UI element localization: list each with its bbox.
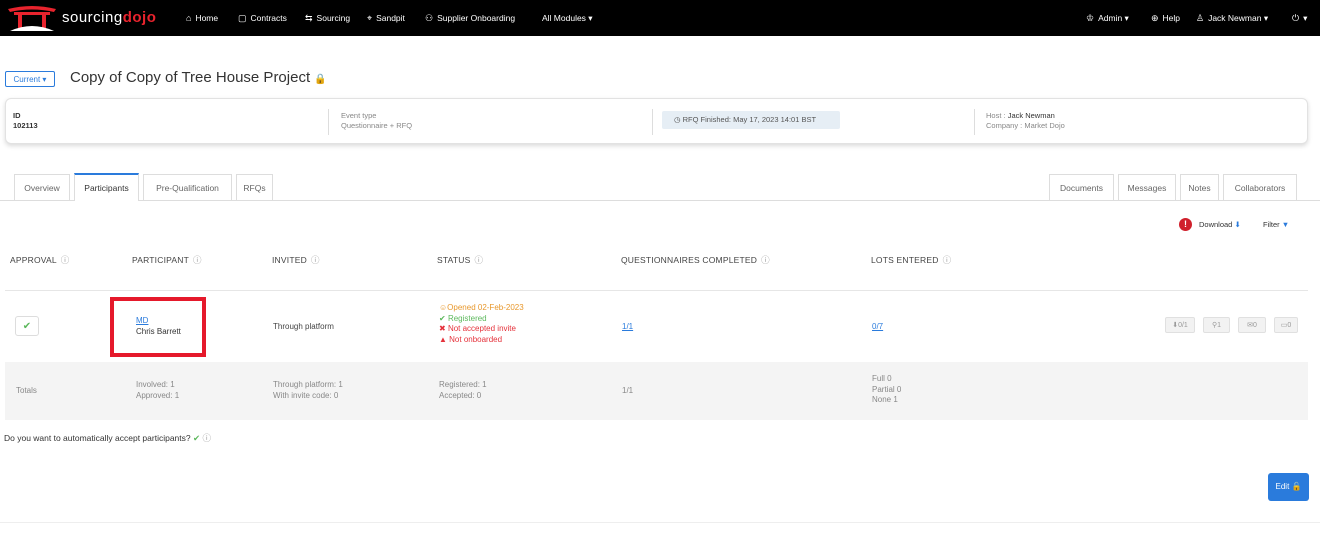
totals-status: Registered: 1 Accepted: 0 (439, 380, 487, 400)
page-title: Copy of Copy of Tree House Project 🔒 (70, 69, 327, 86)
event-type: Event type Questionnaire + RFQ (341, 111, 413, 130)
supplier-onboarding-icon: ⚇ (425, 13, 434, 23)
current-version-dropdown[interactable]: Current ▾ (5, 71, 55, 87)
filter-button[interactable]: Filter ▼ (1263, 220, 1289, 229)
row-divider (5, 290, 1308, 291)
status-cell: ☺Opened 02-Feb-2023 ✔ Registered ✖ Not a… (439, 303, 524, 344)
clock-icon: ◷ (674, 115, 683, 124)
totals-involvement: Involved: 1 Approved: 1 (136, 380, 180, 400)
info-icon[interactable]: ⓘ (761, 255, 770, 265)
tab-participants[interactable]: Participants (74, 173, 139, 201)
users-button[interactable]: ⚲1 (1203, 317, 1230, 333)
comment-button[interactable]: ▭0 (1274, 317, 1298, 333)
highlight-box (110, 297, 206, 357)
cross-icon: ✖ (439, 324, 448, 333)
user-icon: ♙ (1196, 13, 1205, 23)
info-icon[interactable]: ⓘ (61, 255, 70, 265)
mail-button[interactable]: ✉0 (1238, 317, 1266, 333)
nav-user-menu[interactable]: ♙ Jack Newman ▾ (1196, 13, 1268, 24)
totals-lots: Full 0 Partial 0 None 1 (872, 374, 902, 404)
lots-link[interactable]: 0/7 (872, 322, 883, 333)
nav-contracts[interactable]: ▢ Contracts (238, 13, 287, 24)
event-id: ID 102113 (13, 111, 38, 130)
tab-notes[interactable]: Notes (1180, 174, 1219, 200)
unlock-icon: 🔓 (1291, 482, 1302, 491)
download-button[interactable]: Download ⬇ (1199, 220, 1241, 229)
header-status: STATUS ⓘ (437, 255, 484, 265)
crown-icon: ♔ (1086, 13, 1095, 23)
event-info-card: ID 102113 Event type Questionnaire + RFQ… (5, 98, 1308, 144)
totals-questionnaires: 1/1 (622, 386, 634, 395)
info-icon[interactable]: ⓘ (474, 255, 483, 265)
nav-power-menu[interactable]: ⏻ ▾ (1292, 13, 1307, 24)
header-approval: APPROVAL ⓘ (10, 255, 70, 265)
header-questionnaires: QUESTIONNAIRES COMPLETED ⓘ (621, 255, 770, 265)
sourcing-icon: ⇆ (305, 13, 313, 23)
smiley-icon: ☺ (439, 303, 448, 312)
info-icon[interactable]: ⓘ (193, 255, 202, 265)
filter-icon: ▼ (1281, 220, 1290, 229)
divider (974, 109, 975, 135)
nav-sandpit[interactable]: ⌖ Sandpit (367, 13, 405, 24)
bids-button[interactable]: ⬇0/1 (1165, 317, 1195, 333)
power-icon: ⏻ (1292, 13, 1300, 23)
dojo-logo[interactable] (6, 3, 58, 33)
host-info: Host : Jack Newman Company : Market Dojo (986, 111, 1065, 130)
rfq-status-badge: ◷ RFQ Finished: May 17, 2023 14:01 BST (662, 111, 840, 129)
totals-invited: Through platform: 1 With invite code: 0 (273, 380, 343, 400)
warning-icon: ▲ (439, 334, 450, 344)
header-participant: PARTICIPANT ⓘ (132, 255, 202, 265)
check-icon[interactable]: ✔ (193, 433, 200, 443)
tab-rfqs[interactable]: RFQs (236, 174, 273, 200)
questionnaires-link[interactable]: 1/1 (622, 322, 633, 333)
nav-admin[interactable]: ♔ Admin ▾ (1086, 13, 1129, 24)
tab-documents[interactable]: Documents (1049, 174, 1114, 200)
nav-all-modules[interactable]: All Modules ▾ (542, 13, 593, 24)
divider (328, 109, 329, 135)
edit-button[interactable]: Edit 🔓 (1268, 473, 1309, 501)
alert-icon[interactable]: ! (1179, 218, 1192, 231)
nav-supplier-onboarding[interactable]: ⚇ Supplier Onboarding (425, 13, 515, 24)
tab-collaborators[interactable]: Collaborators (1223, 174, 1297, 200)
tab-overview[interactable]: Overview (14, 174, 70, 200)
top-navbar: sourcingdojo ⌂ Home ▢ Contracts ⇆ Sourcing … (0, 0, 1320, 36)
divider (652, 109, 653, 135)
sandpit-icon: ⌖ (367, 13, 373, 23)
tab-pre-qualification[interactable]: Pre-Qualification (143, 174, 232, 200)
brand-name: sourcingdojo (62, 9, 157, 26)
home-icon: ⌂ (186, 13, 192, 23)
nav-home[interactable]: ⌂ Home (186, 13, 218, 23)
contracts-icon: ▢ (238, 13, 247, 23)
globe-icon: ⊕ (1151, 13, 1159, 23)
lock-icon: 🔒 (314, 74, 327, 85)
footer-divider (0, 522, 1320, 523)
totals-label: Totals (16, 386, 37, 395)
header-lots: LOTS ENTERED ⓘ (871, 255, 952, 265)
invited-value: Through platform (273, 322, 334, 331)
info-icon[interactable]: ⓘ (943, 255, 952, 265)
tab-messages[interactable]: Messages (1118, 174, 1176, 200)
header-invited: INVITED ⓘ (272, 255, 320, 265)
check-icon: ✔ (439, 313, 448, 323)
info-icon[interactable]: ⓘ (203, 433, 212, 443)
info-icon[interactable]: ⓘ (311, 255, 320, 265)
nav-sourcing[interactable]: ⇆ Sourcing (305, 13, 350, 24)
auto-accept-question: Do you want to automatically accept part… (4, 433, 212, 443)
totals-row (5, 362, 1308, 420)
approval-checkbox[interactable]: ✔ (15, 316, 39, 336)
download-icon: ⬇ (1234, 220, 1241, 229)
nav-help[interactable]: ⊕ Help (1151, 13, 1180, 24)
